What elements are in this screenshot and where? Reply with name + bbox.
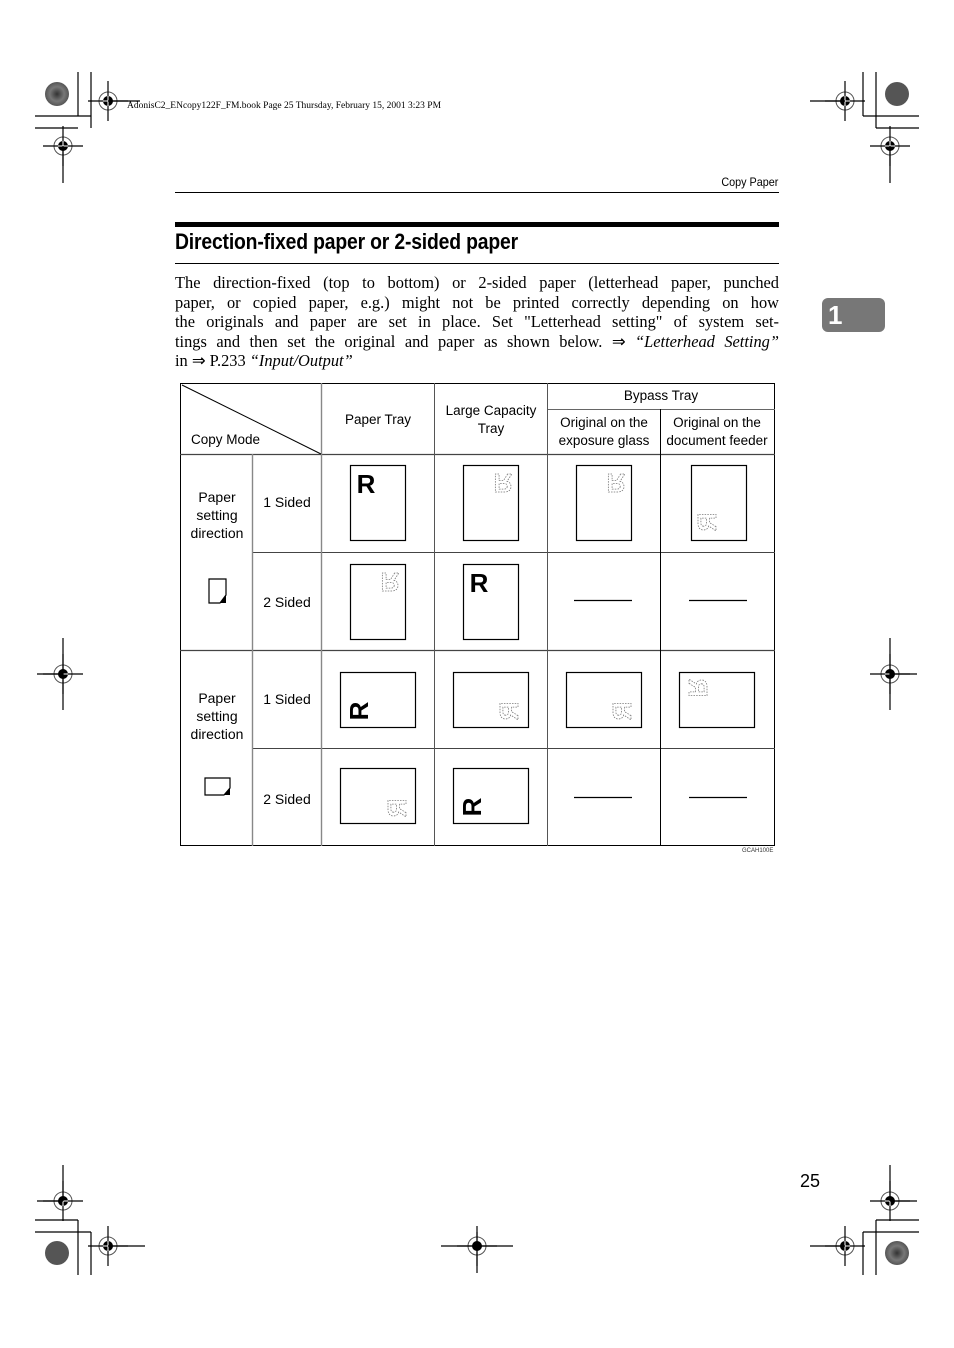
- row-2-sided: 2 Sided: [263, 594, 310, 610]
- col-lct-line2: Tray: [478, 421, 505, 436]
- group1-label-line2: setting: [196, 507, 237, 523]
- section-title: Direction-fixed paper or 2-sided paper: [175, 229, 518, 254]
- group1-label-line1: Paper: [198, 489, 236, 505]
- letterhead-setting-reference[interactable]: “Letterhead Setting”: [635, 332, 779, 351]
- header-rule: [175, 192, 779, 193]
- group2-label-line1: Paper: [198, 690, 236, 706]
- chapter-tab: 1: [822, 298, 885, 332]
- registration-mark-mid-left: [37, 638, 84, 710]
- body-line: paper, or copied paper, e.g.) might not …: [175, 292, 779, 312]
- sheet-bypass-glass-1sided-portrait: [575, 464, 633, 542]
- copy-mode-label: Copy Mode: [191, 432, 260, 447]
- section-rule-thin: [175, 263, 779, 264]
- registration-mark-bottom-left: [35, 1165, 145, 1275]
- figure-code: GCAH100E: [742, 848, 774, 854]
- sheet-lct-2sided-portrait: [462, 563, 520, 641]
- paper-setting-table: R R Copy Mode Paper Tray Large Capacity …: [180, 383, 775, 846]
- sheet-bypass-feeder-1sided-landscape: [678, 671, 756, 729]
- sheet-paper-tray-1sided-portrait: [349, 464, 407, 542]
- sheet-paper-tray-2sided-landscape: [339, 767, 417, 825]
- col-bypass-tray: Bypass Tray: [624, 388, 699, 403]
- landscape-paper-icon: [204, 777, 231, 796]
- input-output-reference[interactable]: “Input/Output”: [250, 351, 353, 370]
- body-line-5: in ⇒ P.233 “Input/Output”: [175, 351, 779, 371]
- group2-label-line2: setting: [196, 708, 237, 724]
- registration-mark-mid-right: [869, 638, 917, 710]
- body-line: The direction-fixed (top to bottom) or 2…: [175, 273, 779, 292]
- col-feeder-line2: document feeder: [666, 433, 768, 448]
- col-feeder-line1: Original on the: [673, 415, 761, 430]
- registration-mark-bottom-right: [810, 1165, 919, 1275]
- print-info: AdonisC2_ENcopy122F_FM.book Page 25 Thur…: [127, 101, 442, 111]
- registration-mark-top-right: [810, 72, 919, 183]
- body-line-text: in ⇒ P.233: [175, 351, 250, 371]
- sheet-paper-tray-2sided-portrait: [349, 563, 407, 641]
- sheet-lct-2sided-landscape: [452, 767, 530, 825]
- section-rule-thick: [175, 222, 779, 227]
- col-glass-line1: Original on the: [560, 415, 648, 430]
- row-1-sided: 1 Sided: [263, 691, 310, 707]
- page-number: 25: [800, 1171, 821, 1191]
- body-line: the originals and paper are set in place…: [175, 312, 779, 332]
- sheet-lct-1sided-landscape: [452, 671, 530, 729]
- group1-label-line3: direction: [191, 525, 244, 541]
- group2-label-line3: direction: [191, 726, 244, 742]
- sheet-paper-tray-1sided-landscape: [339, 671, 417, 729]
- row-1-sided: 1 Sided: [263, 494, 310, 510]
- portrait-paper-icon: [208, 578, 227, 604]
- col-lct-line1: Large Capacity: [446, 403, 537, 418]
- sheet-lct-1sided-portrait: [462, 464, 520, 542]
- running-head: Copy Paper: [720, 175, 778, 189]
- sheet-bypass-feeder-1sided-portrait: [690, 464, 748, 542]
- body-paragraph: The direction-fixed (top to bottom) or 2…: [175, 273, 779, 371]
- col-paper-tray: Paper Tray: [345, 412, 411, 427]
- body-line-text: tings and then set the original and pape…: [175, 331, 636, 351]
- registration-mark-bottom-center: [441, 1225, 513, 1273]
- registration-mark-top-left: [35, 72, 140, 183]
- body-line-4: tings and then set the original and pape…: [175, 332, 779, 352]
- col-glass-line2: exposure glass: [559, 433, 650, 448]
- row-2-sided: 2 Sided: [263, 791, 310, 807]
- sheet-bypass-glass-1sided-landscape: [565, 671, 643, 729]
